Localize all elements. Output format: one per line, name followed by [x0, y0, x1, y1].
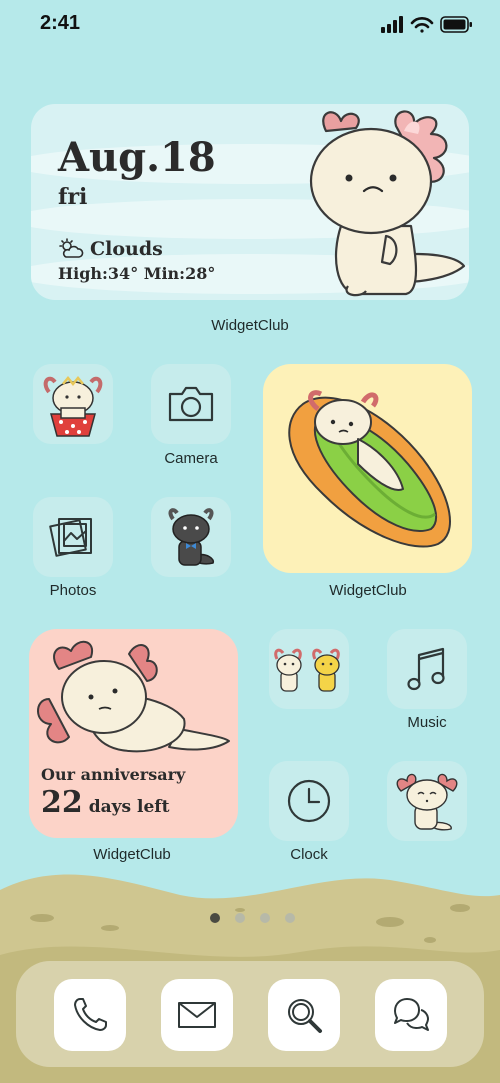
anniversary-widget-caption: WidgetClub — [93, 846, 171, 863]
weather-widget-caption: WidgetClub — [211, 317, 289, 334]
two-axolotls-icon — [274, 648, 340, 692]
weather-day: fri — [58, 184, 88, 210]
battery-icon — [440, 16, 472, 33]
weather-condition: Clouds — [90, 238, 163, 260]
black-axolotl-icon — [168, 508, 215, 566]
two-axolotls-app[interactable] — [269, 629, 349, 709]
page-dot-3[interactable] — [260, 913, 270, 923]
camera-label: Camera — [164, 450, 218, 467]
clock-icon — [287, 779, 331, 823]
anniversary-days-unit: days left — [88, 797, 170, 817]
weather-widget[interactable]: Aug.18 fri Clouds High:34° Min:28° — [31, 104, 469, 300]
page-dot-1[interactable] — [210, 913, 220, 923]
axolotl-sitting-app[interactable] — [387, 761, 467, 841]
signal-icon — [381, 16, 403, 33]
weather-condition-row: Clouds — [58, 237, 163, 261]
status-icons — [381, 16, 472, 33]
anniversary-title: Our anniversary — [41, 765, 186, 784]
hotdog-widget-caption: WidgetClub — [329, 582, 407, 599]
anniversary-widget[interactable]: Our anniversary 22 days left — [29, 629, 238, 838]
photos-icon — [49, 518, 92, 557]
photos-app[interactable] — [33, 497, 113, 577]
dock-mail-button[interactable] — [161, 979, 233, 1051]
page-dot-4[interactable] — [285, 913, 295, 923]
phone-icon — [74, 998, 107, 1031]
status-time: 2:41 — [40, 12, 81, 34]
axolotl-cupcake-app[interactable] — [33, 364, 113, 444]
clock-label: Clock — [290, 846, 328, 863]
search-icon — [288, 999, 322, 1033]
dock-phone-button[interactable] — [54, 979, 126, 1051]
axolotl-sitting-icon — [396, 773, 458, 831]
music-app[interactable] — [387, 629, 467, 709]
camera-icon — [168, 386, 214, 422]
anniversary-days-number: 22 — [41, 785, 83, 820]
black-axolotl-app[interactable] — [151, 497, 231, 577]
anniversary-countdown: 22 days left — [41, 785, 169, 820]
music-note-icon — [407, 647, 445, 691]
clock-app[interactable] — [269, 761, 349, 841]
weather-temps: High:34° Min:28° — [58, 264, 216, 283]
page-dot-2[interactable] — [235, 913, 245, 923]
dock-messages-button[interactable] — [375, 979, 447, 1051]
camera-app[interactable] — [151, 364, 231, 444]
axolotl-cupcake-icon — [43, 376, 103, 437]
wifi-icon — [410, 17, 434, 33]
chat-bubbles-icon — [394, 998, 429, 1031]
music-label: Music — [407, 714, 447, 731]
axolotl-illustration — [309, 110, 466, 297]
hotdog-axolotl-widget[interactable] — [263, 364, 472, 573]
mail-icon — [178, 1002, 216, 1028]
photos-label: Photos — [49, 582, 97, 599]
hotdog-axolotl-illustration — [288, 390, 451, 548]
partly-cloudy-icon — [59, 238, 84, 258]
lying-axolotl-illustration — [37, 641, 230, 753]
dock-search-button[interactable] — [268, 979, 340, 1051]
weather-date: Aug.18 — [58, 134, 216, 181]
